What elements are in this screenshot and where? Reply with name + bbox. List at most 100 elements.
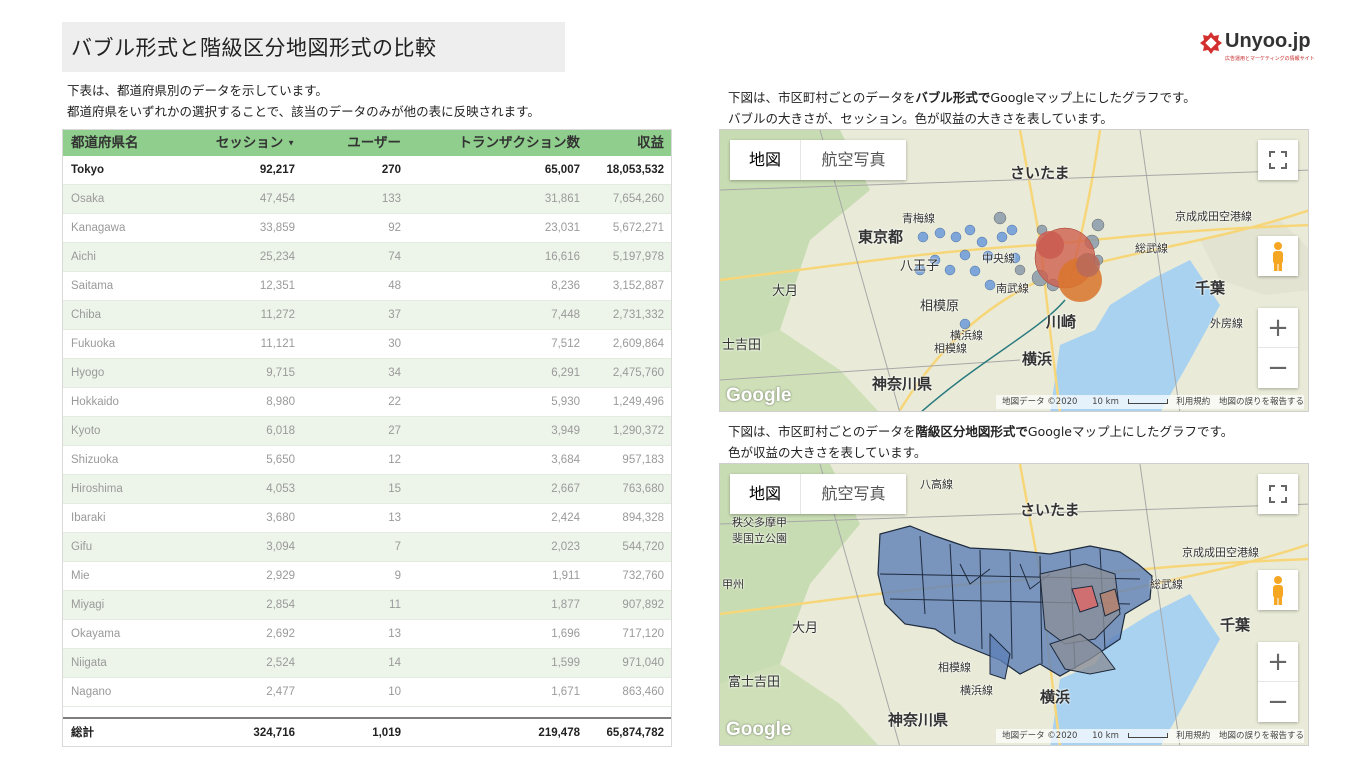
map-terms-link[interactable]: 利用規約	[1176, 397, 1210, 407]
table-row[interactable]: Hyogo 9,715 34 6,291 2,475,760	[63, 359, 671, 388]
cell-prefecture: Hyogo	[71, 367, 105, 379]
table-row[interactable]: Mie 2,929 9 1,911 732,760	[63, 562, 671, 591]
header-prefecture[interactable]: 都道府県名	[71, 130, 139, 156]
cell-revenue: 2,609,864	[612, 338, 664, 350]
cell-transactions: 3,949	[551, 425, 580, 437]
map-type-map-button[interactable]: 地図	[730, 140, 800, 180]
cell-transactions: 1,877	[551, 599, 580, 611]
table-row[interactable]: Kanagawa 33,859 92 23,031 5,672,271	[63, 214, 671, 243]
table-row[interactable]: Okayama 2,692 13 1,696 717,120	[63, 620, 671, 649]
cell-users: 14	[388, 657, 401, 669]
pegman-button-2[interactable]	[1258, 570, 1298, 610]
choropleth-map-description: 下図は、市区町村ごとのデータを階級区分地図形式でGoogleマップ上にしたグラフ…	[728, 421, 1233, 463]
header-revenue[interactable]: 収益	[637, 130, 664, 156]
table-row[interactable]: Saitama 12,351 48 8,236 3,152,887	[63, 272, 671, 301]
map-scale[interactable]: 10 km	[1086, 397, 1168, 407]
cell-transactions: 16,616	[544, 251, 580, 263]
bubble-map-description: 下図は、市区町村ごとのデータをバブル形式でGoogleマップ上にしたグラフです。…	[728, 87, 1196, 129]
cell-transactions: 31,861	[544, 193, 580, 205]
cell-prefecture: Okayama	[71, 628, 121, 640]
table-row[interactable]: Hiroshima 4,053 15 2,667 763,680	[63, 475, 671, 504]
header-users[interactable]: ユーザー	[347, 130, 401, 156]
cell-sessions: 12,351	[259, 280, 295, 292]
table-row[interactable]: Chiba 11,272 37 7,448 2,731,332	[63, 301, 671, 330]
cell-revenue: 763,680	[622, 483, 664, 495]
table-row[interactable]: Kyoto 6,018 27 3,949 1,290,372	[63, 417, 671, 446]
unyoo-logo-icon	[1200, 32, 1222, 54]
map-report-link-2[interactable]: 地図の誤りを報告する	[1219, 731, 1304, 741]
cell-sessions: 3,094	[266, 541, 295, 553]
table-row[interactable]: Tokyo 92,217 270 65,007 18,053,532	[63, 156, 671, 185]
table-row[interactable]: Ibaraki 3,680 13 2,424 894,328	[63, 504, 671, 533]
cell-users: 15	[388, 483, 401, 495]
cell-revenue: 717,120	[622, 628, 664, 640]
table-desc-line1: 下表は、都道府県別のデータを示しています。	[67, 83, 328, 98]
cell-users: 10	[388, 686, 401, 698]
table-row[interactable]: Fukuoka 11,121 30 7,512 2,609,864	[63, 330, 671, 359]
total-revenue: 65,874,782	[606, 727, 664, 739]
header-sessions[interactable]: セッション ▼	[216, 130, 295, 156]
scale-bar-icon	[1127, 399, 1168, 404]
cell-users: 34	[388, 367, 401, 379]
map-report-link[interactable]: 地図の誤りを報告する	[1219, 397, 1304, 407]
cell-sessions: 25,234	[259, 251, 295, 263]
total-users: 1,019	[372, 727, 401, 739]
cell-sessions: 2,692	[266, 628, 295, 640]
header-transactions[interactable]: トランザクション数	[459, 130, 581, 156]
cell-revenue: 2,731,332	[612, 309, 664, 321]
cell-users: 12	[388, 454, 401, 466]
zoom-out-button[interactable]: −	[1258, 348, 1298, 388]
cell-sessions: 2,524	[266, 657, 295, 669]
table-row[interactable]: Hokkaido 8,980 22 5,930 1,249,496	[63, 388, 671, 417]
table-row[interactable]: Miyagi 2,854 11 1,877 907,892	[63, 591, 671, 620]
cell-transactions: 8,236	[551, 280, 580, 292]
sort-desc-icon: ▼	[287, 138, 295, 148]
zoom-in-button-2[interactable]: +	[1258, 642, 1298, 682]
map-terms-link-2[interactable]: 利用規約	[1176, 731, 1210, 741]
cell-prefecture: Mie	[71, 570, 90, 582]
label-hachioji: 八王子	[900, 259, 940, 274]
choropleth-map[interactable]: さいたま 秩父多摩甲斐国立公園 大月 富士吉田 千葉 横浜 神奈川県 京成成田空…	[719, 463, 1309, 746]
table-row[interactable]: Gifu 3,094 7 2,023 544,720	[63, 533, 671, 562]
cell-users: 11	[389, 599, 401, 611]
cell-sessions: 33,859	[259, 222, 295, 234]
label-sotobo: 外房線	[1210, 317, 1243, 330]
table-row[interactable]: Osaka 47,454 133 31,861 7,654,260	[63, 185, 671, 214]
table-row[interactable]: Nagano 2,477 10 1,671 863,460	[63, 678, 671, 707]
table-row[interactable]: Niigata 2,524 14 1,599 971,040	[63, 649, 671, 678]
fullscreen-button-2[interactable]	[1258, 474, 1298, 514]
bubble-desc-post: Googleマップ上にしたグラフです。	[990, 90, 1196, 105]
unyoo-logo[interactable]: Unyoo.jp 広告運用とマーケティングの情報サイト	[1200, 30, 1315, 68]
google-logo[interactable]: Google	[726, 385, 791, 407]
bubble-map[interactable]: さいたま 東京都 八王子 中央線 大月 相模原 南武線 川崎 横浜 神奈川県 千…	[719, 129, 1309, 412]
cell-revenue: 5,197,978	[612, 251, 664, 263]
fullscreen-button[interactable]	[1258, 140, 1298, 180]
map-scale-2[interactable]: 10 km	[1086, 731, 1168, 741]
logo-tagline: 広告運用とマーケティングの情報サイト	[1225, 56, 1315, 62]
cell-prefecture: Osaka	[71, 193, 105, 205]
label-yokohama: 横浜	[1022, 350, 1053, 368]
table-row[interactable]: Aichi 25,234 74 16,616 5,197,978	[63, 243, 671, 272]
table-row[interactable]: Shizuoka 5,650 12 3,684 957,183	[63, 446, 671, 475]
pegman-icon	[1273, 242, 1283, 271]
cell-sessions: 11,272	[260, 309, 295, 321]
google-logo-2[interactable]: Google	[726, 719, 791, 741]
zoom-control: + −	[1258, 308, 1298, 388]
zoom-in-button[interactable]: +	[1258, 308, 1298, 348]
cell-prefecture: Ibaraki	[71, 512, 106, 524]
label-sobu-2: 総武線	[1150, 578, 1183, 591]
label-chiba: 千葉	[1195, 279, 1226, 297]
pegman-button[interactable]	[1258, 236, 1298, 276]
label-saitama-2: さいたま	[1020, 501, 1080, 519]
page-title-box: バブル形式と階級区分地図形式の比較	[62, 22, 565, 72]
map-type-satellite-button-2[interactable]: 航空写真	[800, 474, 906, 514]
cell-users: 133	[381, 193, 401, 205]
label-ome: 青梅線	[902, 212, 935, 225]
zoom-control-2: + −	[1258, 642, 1298, 722]
map-type-satellite-button[interactable]: 航空写真	[800, 140, 906, 180]
cell-prefecture: Nagano	[71, 686, 112, 698]
cell-prefecture: Shizuoka	[71, 454, 119, 466]
map-type-map-button-2[interactable]: 地図	[730, 474, 800, 514]
zoom-out-button-2[interactable]: −	[1258, 682, 1298, 722]
cell-transactions: 23,031	[544, 222, 580, 234]
